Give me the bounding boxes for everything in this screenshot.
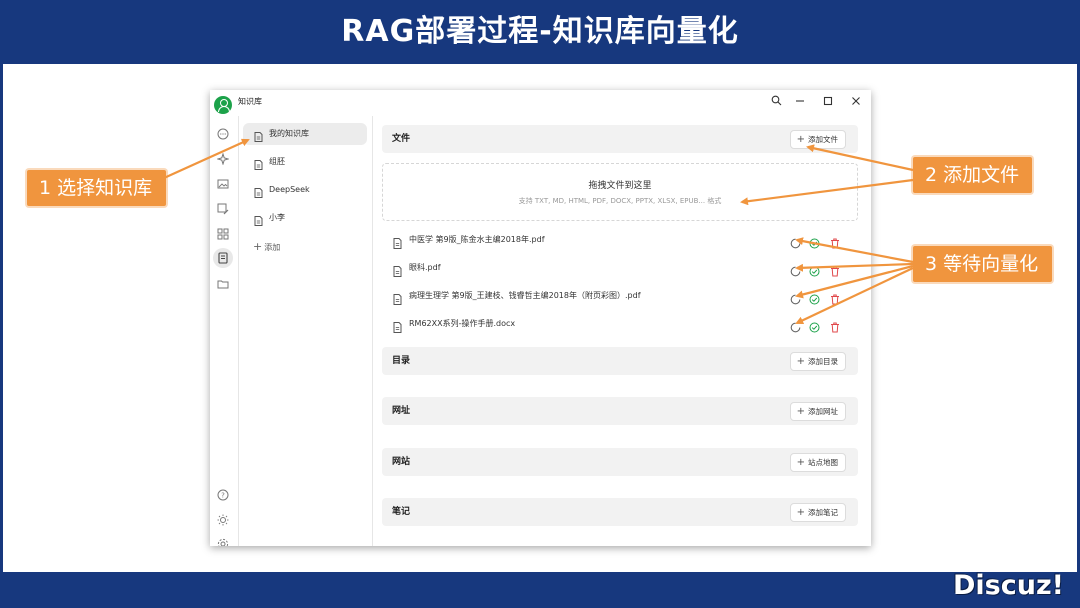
kb-item-label: 小李: [269, 213, 285, 222]
notes-section-title: 笔记: [392, 507, 411, 517]
sparkle-icon[interactable]: [215, 151, 231, 167]
app-window: 知识库 ? 我的知识库 组胚 DeepSeek 小李 + 添加 文件 + 添加文…: [210, 90, 871, 546]
plus-icon: +: [796, 406, 805, 417]
file-row: RM62XX系列-操作手册.docx: [382, 313, 858, 335]
plus-icon: +: [796, 356, 805, 367]
add-file-button[interactable]: + 添加文件: [789, 130, 846, 149]
url-section-header: 网址 + 添加网址: [382, 397, 858, 425]
plus-icon: +: [253, 240, 263, 253]
kb-item-zupei[interactable]: 组胚: [243, 151, 367, 173]
kb-item-deepseek[interactable]: DeepSeek: [243, 179, 367, 201]
sun-icon[interactable]: [215, 512, 231, 528]
add-knowledge-base-button[interactable]: + 添加: [253, 240, 280, 255]
file-row: 病理生理学 第9版_王建枝、钱睿哲主编2018年（附页彩图）.pdf: [382, 285, 858, 307]
add-directory-button[interactable]: + 添加目录: [789, 352, 846, 371]
slide-footer-bar: [0, 572, 1080, 608]
check-circle-icon: [809, 262, 820, 281]
knowledge-base-list: 我的知识库 组胚 DeepSeek 小李 + 添加: [238, 116, 373, 546]
file-name: RM62XX系列-操作手册.docx: [409, 319, 516, 328]
icon-rail: ?: [210, 116, 238, 546]
delete-icon[interactable]: [830, 290, 840, 309]
sitemap-label: 站点地图: [808, 458, 838, 467]
file-icon: [393, 318, 402, 337]
image-icon[interactable]: [215, 176, 231, 192]
check-circle-icon: [809, 290, 820, 309]
add-url-button[interactable]: + 添加网址: [789, 402, 846, 421]
file-row: 中医学 第9版_陈金水主编2018年.pdf: [382, 229, 858, 251]
file-name: 病理生理学 第9版_王建枝、钱睿哲主编2018年（附页彩图）.pdf: [409, 291, 641, 300]
sitemap-button[interactable]: + 站点地图: [789, 453, 846, 472]
document-icon: [254, 185, 263, 207]
website-section-header: 网站 + 站点地图: [382, 448, 858, 476]
file-icon: [393, 234, 402, 253]
kb-item-xiaoli[interactable]: 小李: [243, 207, 367, 229]
directory-section-title: 目录: [392, 356, 411, 366]
directory-section-header: 目录 + 添加目录: [382, 347, 858, 375]
add-note-label: 添加笔记: [808, 508, 838, 517]
document-icon: [254, 213, 263, 235]
check-circle-icon: [809, 234, 820, 253]
maximize-button[interactable]: [820, 95, 836, 111]
image-edit-icon[interactable]: [215, 201, 231, 217]
add-file-label: 添加文件: [808, 135, 838, 144]
plus-icon: +: [796, 134, 805, 145]
files-section-title: 文件: [392, 134, 411, 144]
kb-item-my-knowledge[interactable]: 我的知识库: [243, 123, 367, 145]
delete-icon[interactable]: [830, 318, 840, 337]
plus-icon: +: [796, 457, 805, 468]
url-section-title: 网址: [392, 406, 411, 416]
kb-item-label: DeepSeek: [269, 185, 310, 194]
files-section-header: 文件 + 添加文件: [382, 125, 858, 153]
processing-spinner-icon: [790, 318, 801, 337]
file-dropzone[interactable]: 拖拽文件到这里 支持 TXT, MD, HTML, PDF, DOCX, PPT…: [382, 163, 858, 221]
add-note-button[interactable]: + 添加笔记: [789, 503, 846, 522]
watermark: Discuz!: [953, 570, 1064, 601]
slide-title: RAG部署过程-知识库向量化: [341, 14, 739, 49]
website-section-title: 网站: [392, 457, 411, 467]
minimize-button[interactable]: [792, 95, 808, 111]
titlebar: 知识库: [210, 90, 871, 116]
delete-icon[interactable]: [830, 234, 840, 253]
plus-icon: +: [796, 507, 805, 518]
processing-spinner-icon: [790, 262, 801, 281]
settings-icon[interactable]: [215, 536, 231, 546]
app-title: 知识库: [238, 97, 262, 106]
app-logo-icon: [214, 96, 232, 114]
check-circle-icon: [809, 318, 820, 337]
kb-item-label: 组胚: [269, 157, 285, 166]
notes-section-header: 笔记 + 添加笔记: [382, 498, 858, 526]
folder-icon[interactable]: [215, 276, 231, 292]
file-name: 中医学 第9版_陈金水主编2018年.pdf: [409, 235, 545, 244]
file-name: 眼科.pdf: [409, 263, 441, 272]
knowledge-base-content: 文件 + 添加文件 拖拽文件到这里 支持 TXT, MD, HTML, PDF, …: [373, 116, 871, 546]
help-icon[interactable]: ?: [215, 487, 231, 503]
add-kb-label: 添加: [264, 243, 281, 252]
callout-step-3: 3 等待向量化: [913, 246, 1052, 282]
delete-icon[interactable]: [830, 262, 840, 281]
add-url-label: 添加网址: [808, 407, 838, 416]
file-icon: [393, 262, 402, 281]
kb-item-label: 我的知识库: [269, 129, 309, 138]
processing-spinner-icon: [790, 234, 801, 253]
dropzone-hint: 支持 TXT, MD, HTML, PDF, DOCX, PPTX, XLSX,…: [518, 197, 722, 205]
grid-icon[interactable]: [215, 226, 231, 242]
callout-step-2: 2 添加文件: [913, 157, 1032, 193]
file-icon: [393, 290, 402, 309]
callout-step-1: 1 选择知识库: [27, 170, 166, 206]
chat-icon[interactable]: [215, 126, 231, 142]
svg-text:?: ?: [221, 492, 225, 500]
file-row: 眼科.pdf: [382, 257, 858, 279]
document-icon: [254, 157, 263, 179]
dropzone-title: 拖拽文件到这里: [588, 181, 652, 191]
processing-spinner-icon: [790, 290, 801, 309]
knowledge-icon[interactable]: [213, 248, 233, 268]
add-directory-label: 添加目录: [808, 357, 838, 366]
document-icon: [254, 129, 263, 151]
close-button[interactable]: [848, 95, 864, 111]
slide-left-border: [0, 64, 3, 572]
search-icon[interactable]: [768, 95, 784, 111]
